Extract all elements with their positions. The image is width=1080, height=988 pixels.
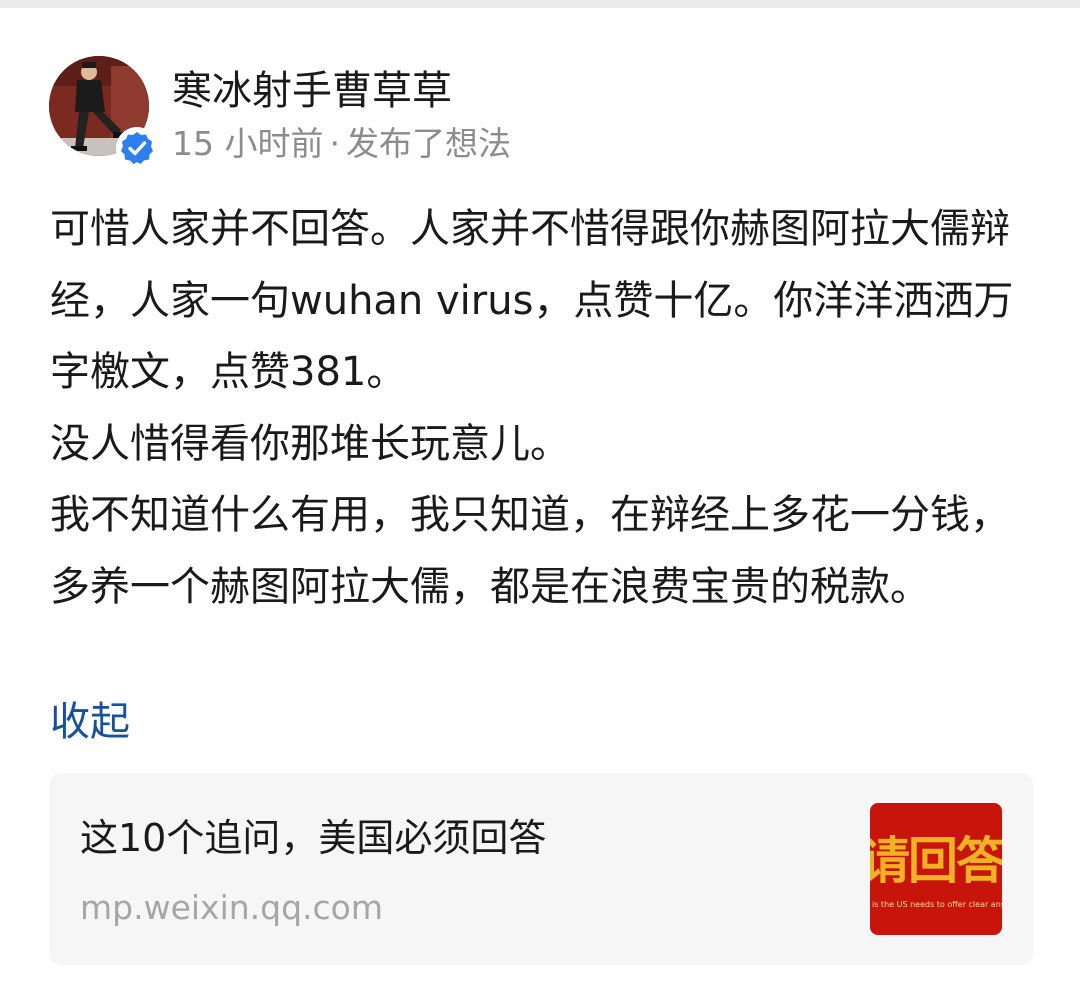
content-paragraph-2: 没人惜得看你那堆长玩意儿。 <box>50 420 570 467</box>
post-content: 可惜人家并不回答。人家并不惜得跟你赫图阿拉大儒辩经，人家一句wuhan viru… <box>50 194 1025 624</box>
post-meta: 15 小时前 · 发布了想法 <box>172 122 511 166</box>
verified-badge <box>116 127 158 169</box>
top-divider <box>0 0 1080 8</box>
meta-separator: · <box>329 124 340 163</box>
shared-link-card[interactable]: 这10个追问，美国必须回答 mp.weixin.qq.com 请回答 is th… <box>49 773 1033 965</box>
link-card-domain: mp.weixin.qq.com <box>80 888 384 927</box>
thumbnail-headline: 请回答 <box>870 832 1002 890</box>
verified-badge-icon <box>121 132 153 164</box>
content-paragraph-1: 可惜人家并不回答。人家并不惜得跟你赫图阿拉大儒辩经，人家一句wuhan viru… <box>50 206 1014 396</box>
thumbnail-subline: is the US needs to offer clear answers <box>872 900 1002 909</box>
content-paragraph-3: 我不知道什么有用，我只知道，在辩经上多花一分钱，多养一个赫图阿拉大儒，都是在浪费… <box>50 492 1010 610</box>
post-action: 发布了想法 <box>345 124 511 163</box>
link-card-thumbnail: 请回答 is the US needs to offer clear answe… <box>870 803 1002 935</box>
collapse-link[interactable]: 收起 <box>50 694 130 750</box>
link-card-title: 这10个追问，美国必须回答 <box>80 816 547 860</box>
post-time: 15 小时前 <box>172 124 324 163</box>
author-name[interactable]: 寒冰射手曹草草 <box>172 66 452 116</box>
post-card: 寒冰射手曹草草 15 小时前 · 发布了想法 可惜人家并不回答。人家并不惜得跟你赫图… <box>0 8 1080 988</box>
